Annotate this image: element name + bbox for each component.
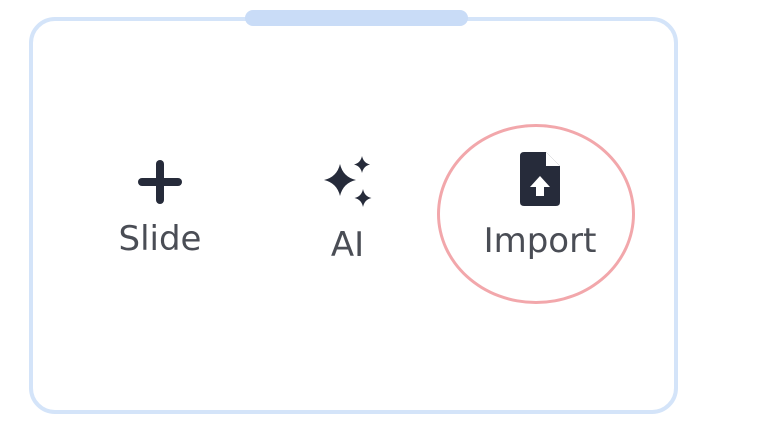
ai-label: AI [330, 225, 365, 265]
import-button[interactable]: Import [470, 150, 610, 258]
file-upload-icon [520, 152, 560, 206]
plus-icon [138, 160, 182, 204]
ai-button[interactable]: AI [300, 156, 395, 262]
add-slide-label: Slide [118, 219, 202, 259]
sparkles-icon [323, 156, 371, 207]
import-label: Import [483, 221, 597, 261]
drag-handle[interactable] [245, 10, 468, 26]
add-slide-button[interactable]: Slide [105, 158, 215, 256]
